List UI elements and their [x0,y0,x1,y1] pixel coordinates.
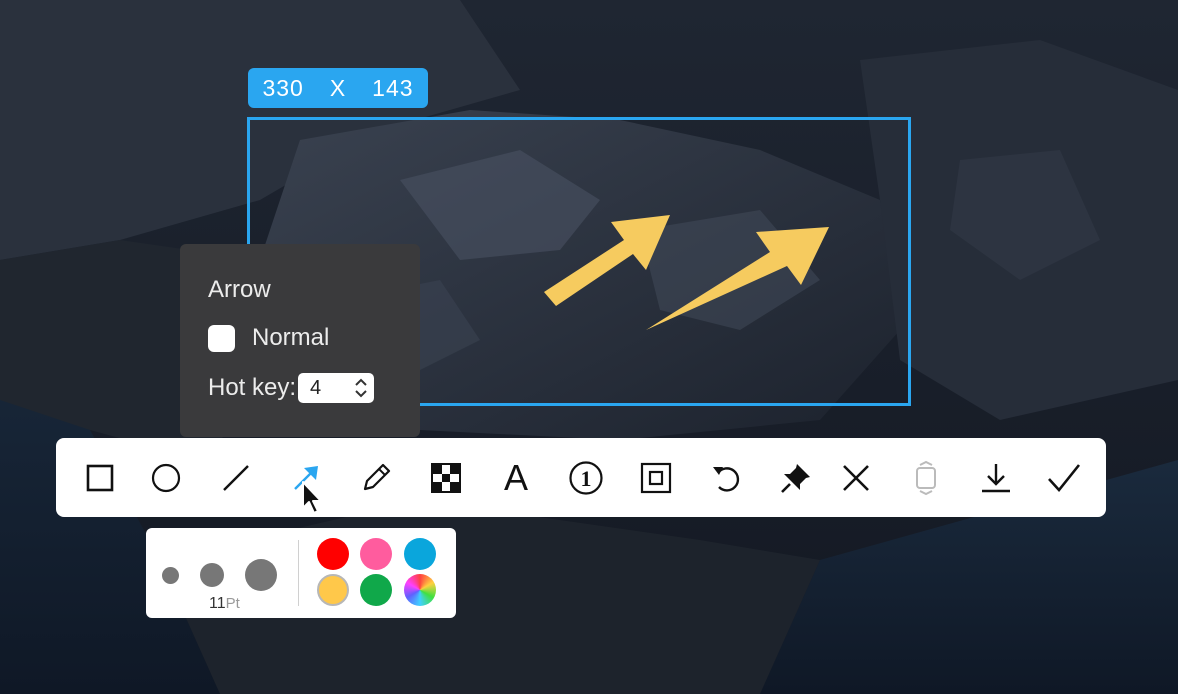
selection-width: 330 [262,74,304,101]
scroll-capture-tool [906,458,946,498]
pencil-icon [363,463,391,491]
confirm-icon [1048,464,1081,493]
hotkey-value: 4 [310,376,322,399]
arrow-settings-panel: Arrow Normal Hot key: 4 [180,244,420,437]
stepper-arrows-icon[interactable] [354,377,368,399]
pen-settings-panel: 11Pt [146,528,456,618]
text-tool[interactable]: A [496,457,536,498]
confirm-tool[interactable] [1044,458,1084,498]
pin-tool[interactable] [776,458,816,498]
border-icon [640,462,672,494]
undo-tool[interactable] [706,458,746,498]
normal-checkbox[interactable] [208,324,235,352]
pin-icon [781,464,810,493]
border-tool[interactable] [636,458,676,498]
size-value: 11 [209,595,226,612]
number-marker-glyph: 1 [581,466,592,491]
normal-option[interactable]: Normal [208,324,329,352]
hotkey-row: Hot key: 4 [208,373,375,403]
color-swatch-green[interactable] [360,574,392,606]
color-swatch-red[interactable] [317,538,349,570]
color-swatch-blue[interactable] [404,538,436,570]
color-picker-custom[interactable] [404,574,436,606]
size-value-label: 11Pt [209,595,240,613]
ellipse-icon [151,463,181,493]
size-large-button[interactable] [245,559,277,591]
number-marker-icon: 1 [569,461,603,495]
undo-icon [713,467,740,492]
selection-size-badge: 330 X 143 [248,68,428,108]
number-marker-tool[interactable]: 1 [566,458,606,498]
close-icon [843,465,869,491]
size-unit: Pt [225,595,240,612]
size-small-button[interactable] [162,567,179,584]
download-icon [982,464,1010,493]
line-tool[interactable] [216,458,256,498]
normal-label: Normal [252,324,330,351]
arrow-panel-title: Arrow [208,276,271,303]
panel-divider [298,540,299,606]
ellipse-tool[interactable] [146,458,186,498]
annotation-toolbar: A 1 [56,438,1106,517]
scroll-capture-icon [916,460,936,496]
mouse-pointer-icon [302,481,322,514]
mosaic-tool[interactable] [426,458,466,498]
rectangle-icon [86,464,114,492]
line-icon [223,465,249,491]
text-icon: A [503,457,528,498]
download-tool[interactable] [976,458,1016,498]
pencil-tool[interactable] [356,458,396,498]
color-swatch-yellow[interactable] [317,574,349,606]
mosaic-icon [431,463,461,493]
hotkey-label: Hot key: [208,374,297,401]
rectangle-tool[interactable] [80,458,120,498]
color-swatch-pink[interactable] [360,538,392,570]
selection-size-separator: X [329,74,347,101]
selection-height: 143 [372,74,414,101]
hotkey-stepper[interactable]: 4 [298,373,375,403]
close-tool[interactable] [836,458,876,498]
size-medium-button[interactable] [200,563,224,587]
